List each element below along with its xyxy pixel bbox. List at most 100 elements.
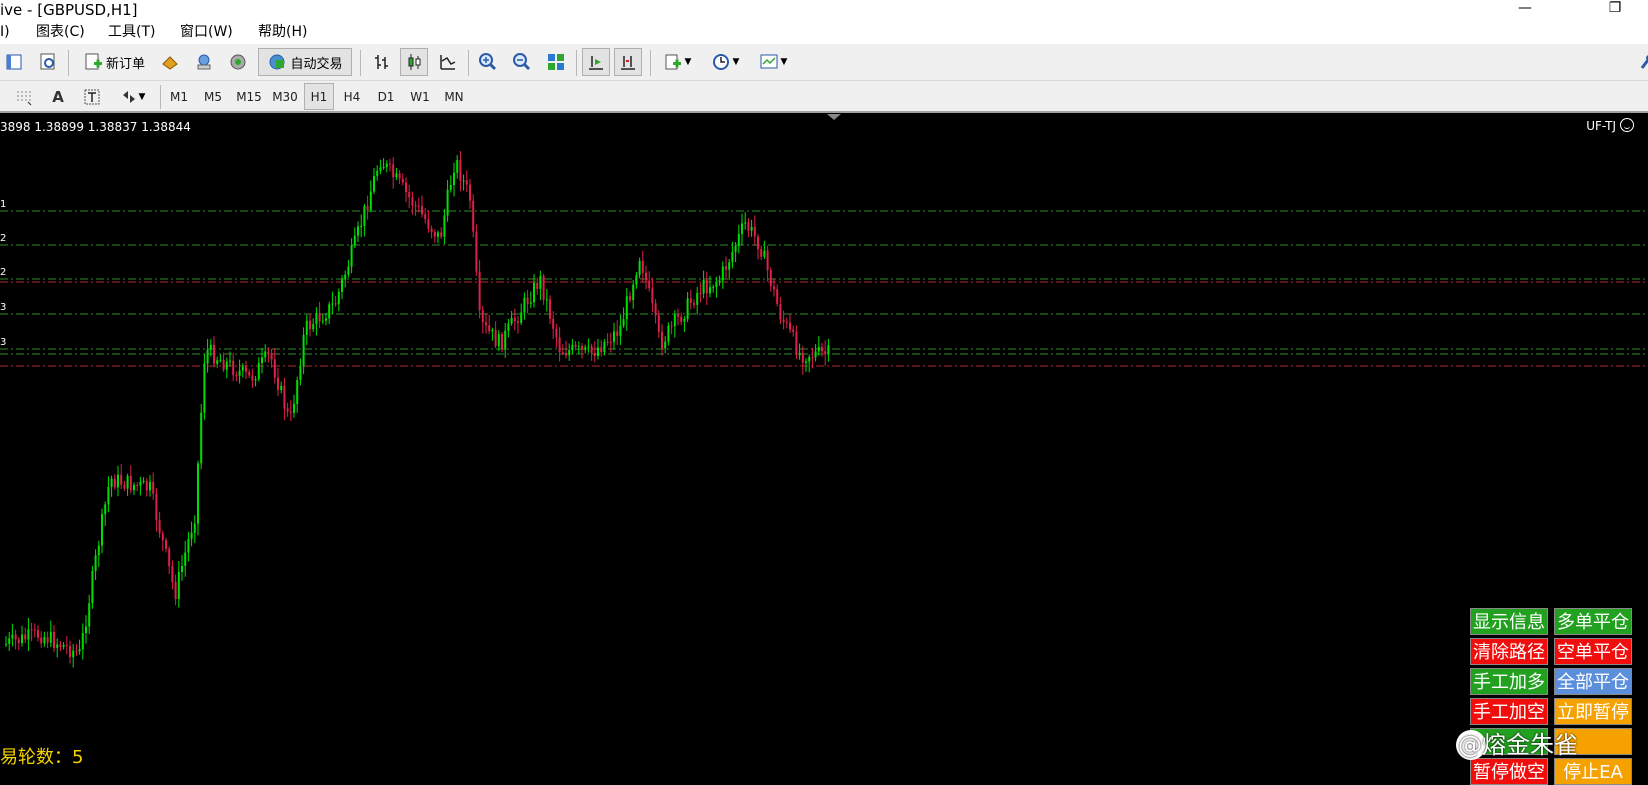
price-chart[interactable]: 3898 1.38899 1.38837 1.38844 UF-TJ 1 2 2…: [0, 114, 1648, 785]
chart-shift-icon[interactable]: [614, 48, 642, 76]
candle-body: [296, 379, 299, 404]
candle-body: [485, 322, 487, 326]
zoom-out-icon[interactable]: [508, 48, 536, 76]
candle-body: [465, 180, 468, 185]
candlestick-chart-icon[interactable]: [400, 48, 428, 76]
candle-body: [641, 260, 644, 273]
close-short-button[interactable]: 空单平仓: [1554, 638, 1632, 665]
candle-body: [133, 484, 135, 491]
timeframe-w1[interactable]: W1: [404, 83, 436, 110]
tile-windows-icon[interactable]: [542, 48, 570, 76]
candle-body: [817, 346, 820, 352]
navigator-icon[interactable]: [190, 48, 218, 76]
candle-body: [693, 303, 695, 305]
candle-body: [725, 266, 727, 270]
clock-icon: [712, 54, 729, 70]
candle-body: [328, 304, 331, 319]
indicators-dropdown[interactable]: ▼: [656, 48, 698, 76]
candle-body: [501, 334, 503, 350]
strategy-tester-icon[interactable]: [224, 48, 252, 76]
timeframe-m5[interactable]: M5: [198, 83, 228, 110]
timeframe-m1[interactable]: M1: [164, 83, 194, 110]
chevron-down-icon: ▼: [138, 91, 146, 102]
templates-dropdown[interactable]: ▼: [752, 48, 794, 76]
candle-body: [257, 363, 260, 380]
candle-body: [305, 320, 308, 335]
pause-short-button[interactable]: 暂停做空: [1470, 758, 1548, 785]
candle-body: [481, 310, 484, 323]
wrench-icon[interactable]: [1638, 48, 1648, 76]
text-tool-icon[interactable]: A: [44, 83, 72, 110]
candle-body: [507, 323, 510, 331]
candle-body: [661, 331, 663, 349]
shift-marker: [827, 114, 841, 120]
menu-item-help[interactable]: 帮助(H): [258, 22, 307, 42]
window-title: ive - [GBPUSD,H1]: [0, 1, 138, 19]
new-order-icon: [85, 53, 102, 70]
candle-body: [705, 279, 708, 294]
level-label: 3: [0, 302, 7, 313]
candle-body: [619, 325, 622, 336]
menu-item-window[interactable]: 窗口(W): [180, 22, 233, 42]
timeframe-d1[interactable]: D1: [370, 83, 402, 110]
candle-body: [443, 215, 446, 237]
candle-body: [104, 504, 107, 515]
timeframe-h1[interactable]: H1: [304, 83, 334, 110]
candle-body: [72, 650, 75, 658]
new-order-button[interactable]: 新订单: [76, 48, 152, 76]
show-info-button[interactable]: 显示信息: [1470, 608, 1548, 635]
auto-scroll-icon[interactable]: [582, 48, 610, 76]
candle-body: [357, 226, 359, 236]
auto-trade-button[interactable]: 自动交易: [258, 48, 352, 76]
objects-toolbar: A ▼ M1 M5 M15 M30 H1 H4 D1 W1 MN: [0, 81, 1648, 113]
candle-body: [587, 346, 590, 348]
candle-body: [152, 481, 155, 494]
menu-item-tools[interactable]: 工具(T): [108, 22, 155, 42]
candle-body: [417, 205, 420, 207]
pause-now-button[interactable]: 立即暂停: [1554, 698, 1632, 725]
candle-body: [299, 366, 302, 380]
title-bar: ive - [GBPUSD,H1] — ❐: [0, 0, 1648, 20]
candle-body: [270, 353, 273, 360]
metaeditor-icon[interactable]: [156, 48, 184, 76]
close-all-button[interactable]: 全部平仓: [1554, 668, 1632, 695]
candle-body: [225, 361, 228, 370]
crosshair-icon[interactable]: [10, 83, 38, 110]
timeframe-m30[interactable]: M30: [268, 83, 302, 110]
close-long-button[interactable]: 多单平仓: [1554, 608, 1632, 635]
arrows-dropdown[interactable]: ▼: [112, 83, 152, 110]
restore-button[interactable]: ❐: [1600, 0, 1630, 20]
candle-body: [763, 250, 766, 257]
text-label-icon[interactable]: [78, 83, 106, 110]
zoom-in-icon[interactable]: [474, 48, 502, 76]
stop-ea-button[interactable]: 停止EA: [1554, 758, 1632, 785]
candle-body: [69, 645, 71, 658]
bar-chart-icon[interactable]: [368, 48, 396, 76]
market-watch-icon[interactable]: [0, 48, 28, 76]
arrows-icon: [122, 90, 135, 103]
candle-body: [385, 163, 388, 168]
manual-add-long-button[interactable]: 手工加多: [1470, 668, 1548, 695]
candle-body: [286, 408, 289, 412]
candle-body: [577, 346, 580, 348]
menu-item-charts[interactable]: 图表(C): [36, 22, 85, 42]
clear-path-button[interactable]: 清除路径: [1470, 638, 1548, 665]
candle-body: [459, 159, 462, 181]
candle-body: [533, 282, 535, 303]
candle-body: [293, 403, 295, 413]
candle-body: [520, 312, 523, 323]
timeframe-mn[interactable]: MN: [438, 83, 470, 110]
periods-dropdown[interactable]: ▼: [704, 48, 746, 76]
data-window-icon[interactable]: [34, 48, 62, 76]
candle-body: [651, 288, 654, 304]
line-chart-icon[interactable]: [434, 48, 462, 76]
timeframe-h4[interactable]: H4: [336, 83, 368, 110]
menu-item-file[interactable]: I): [0, 22, 10, 42]
minimize-button[interactable]: —: [1510, 0, 1540, 20]
candle-body: [168, 548, 171, 567]
candle-body: [782, 319, 785, 322]
manual-add-short-button[interactable]: 手工加空: [1470, 698, 1548, 725]
candle-body: [398, 173, 401, 179]
candle-body: [737, 233, 740, 246]
timeframe-m15[interactable]: M15: [232, 83, 266, 110]
